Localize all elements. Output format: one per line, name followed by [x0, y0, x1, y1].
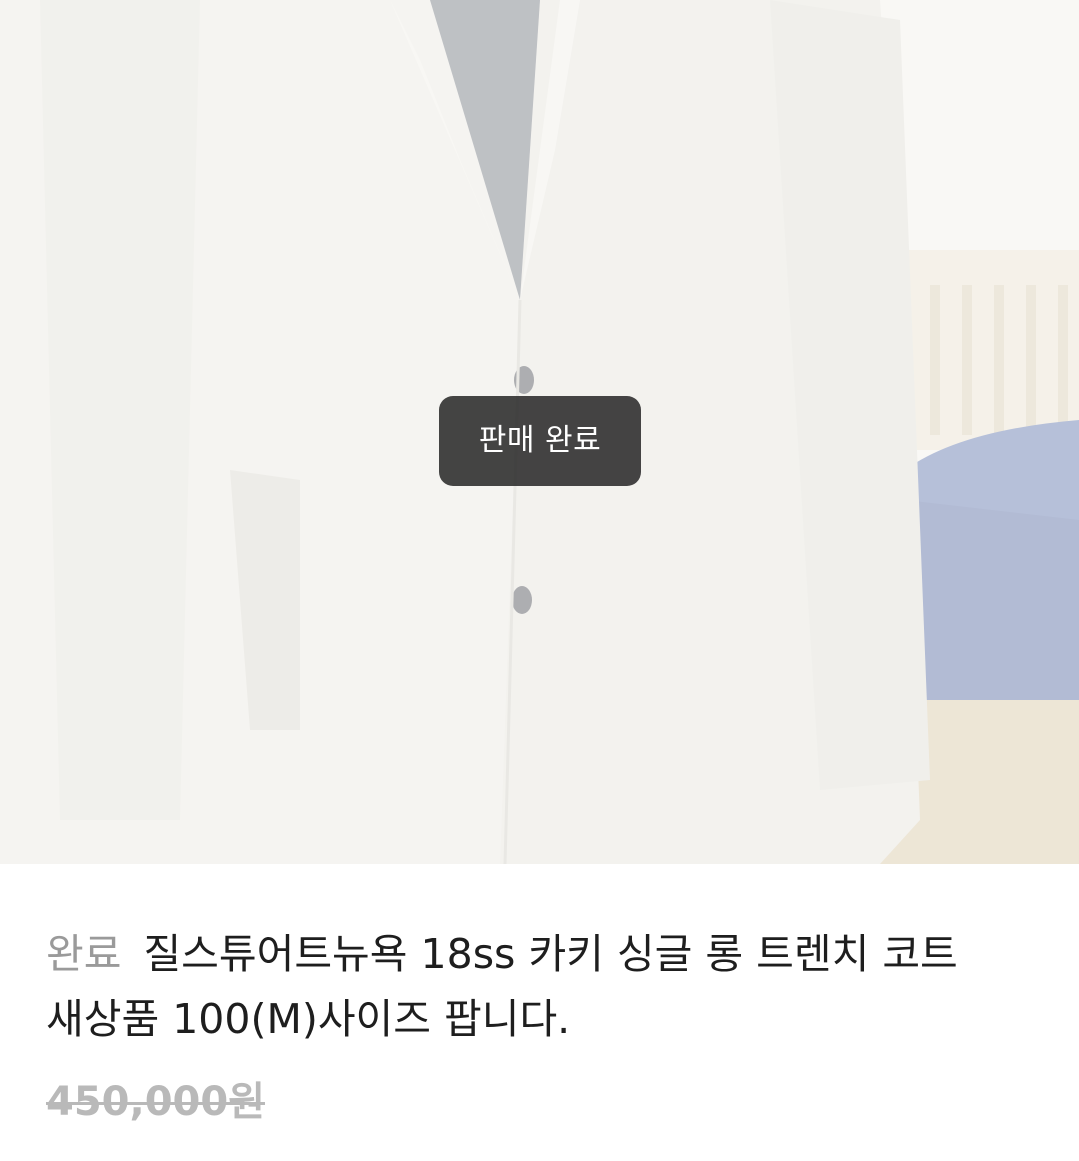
product-title-text: 질스튜어트뉴욕 18ss 카키 싱글 롱 트렌치 코트 새상품 100(M)사이…: [46, 930, 958, 1043]
sold-out-badge: 판매 완료: [439, 396, 641, 486]
product-detail-page: 판매 완료 완료 질스튜어트뉴욕 18ss 카키 싱글 롱 트렌치 코트 새상품 …: [0, 0, 1079, 1161]
product-image[interactable]: 판매 완료: [0, 0, 1079, 864]
product-info: 완료 질스튜어트뉴욕 18ss 카키 싱글 롱 트렌치 코트 새상품 100(M)…: [0, 864, 1079, 1161]
status-tag: 완료: [46, 930, 122, 978]
product-price: 450,000원: [46, 1079, 265, 1125]
product-title: 완료 질스튜어트뉴욕 18ss 카키 싱글 롱 트렌치 코트 새상품 100(M)…: [46, 922, 1046, 1052]
